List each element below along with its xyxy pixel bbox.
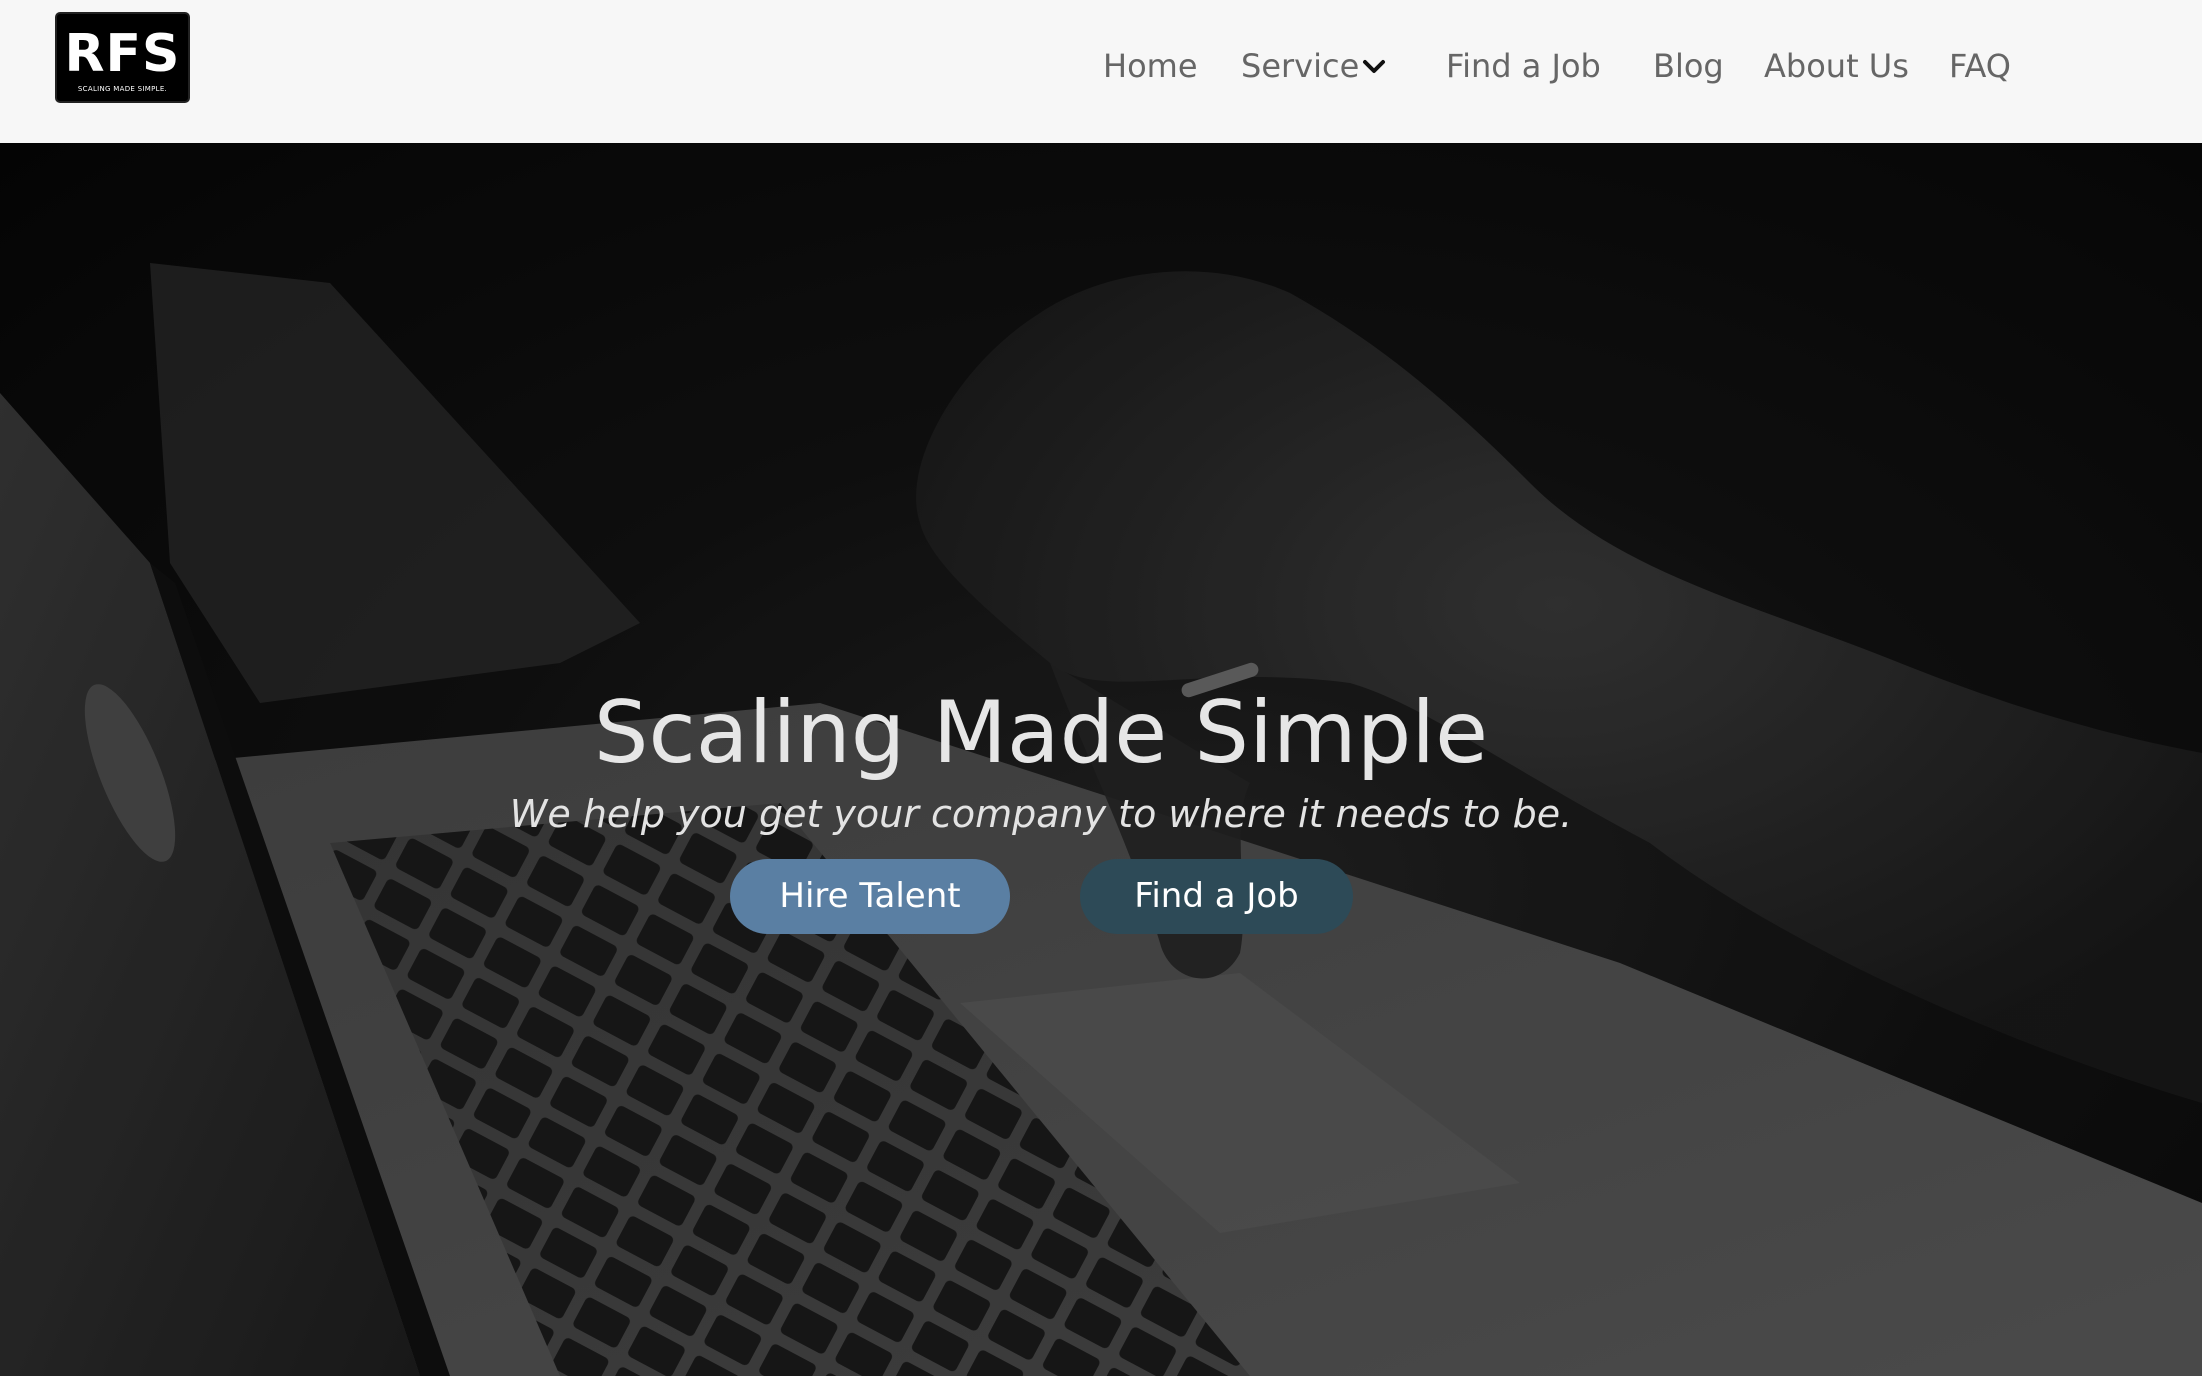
hire-talent-button[interactable]: Hire Talent [730, 859, 1010, 934]
hero-subtitle: We help you get your company to where it… [509, 792, 1573, 836]
site-header: RFS SCALING MADE SIMPLE. Home Service Fi… [0, 0, 2202, 143]
find-a-job-button[interactable]: Find a Job [1080, 859, 1353, 934]
nav-find-a-job[interactable]: Find a Job [1446, 46, 1601, 86]
chevron-down-icon[interactable] [1362, 56, 1386, 78]
nav-blog[interactable]: Blog [1653, 46, 1724, 86]
nav-faq[interactable]: FAQ [1949, 46, 2011, 86]
hero-section: Scaling Made Simple We help you get your… [0, 143, 2202, 1376]
hero-title: Scaling Made Simple [593, 683, 1489, 783]
nav-service[interactable]: Service [1241, 46, 1359, 86]
nav-about-us[interactable]: About Us [1764, 46, 1909, 86]
logo-text: RFS [64, 24, 181, 84]
nav-home[interactable]: Home [1103, 46, 1198, 86]
logo-tagline: SCALING MADE SIMPLE. [77, 85, 168, 93]
rfs-logo[interactable]: RFS SCALING MADE SIMPLE. [55, 12, 190, 103]
